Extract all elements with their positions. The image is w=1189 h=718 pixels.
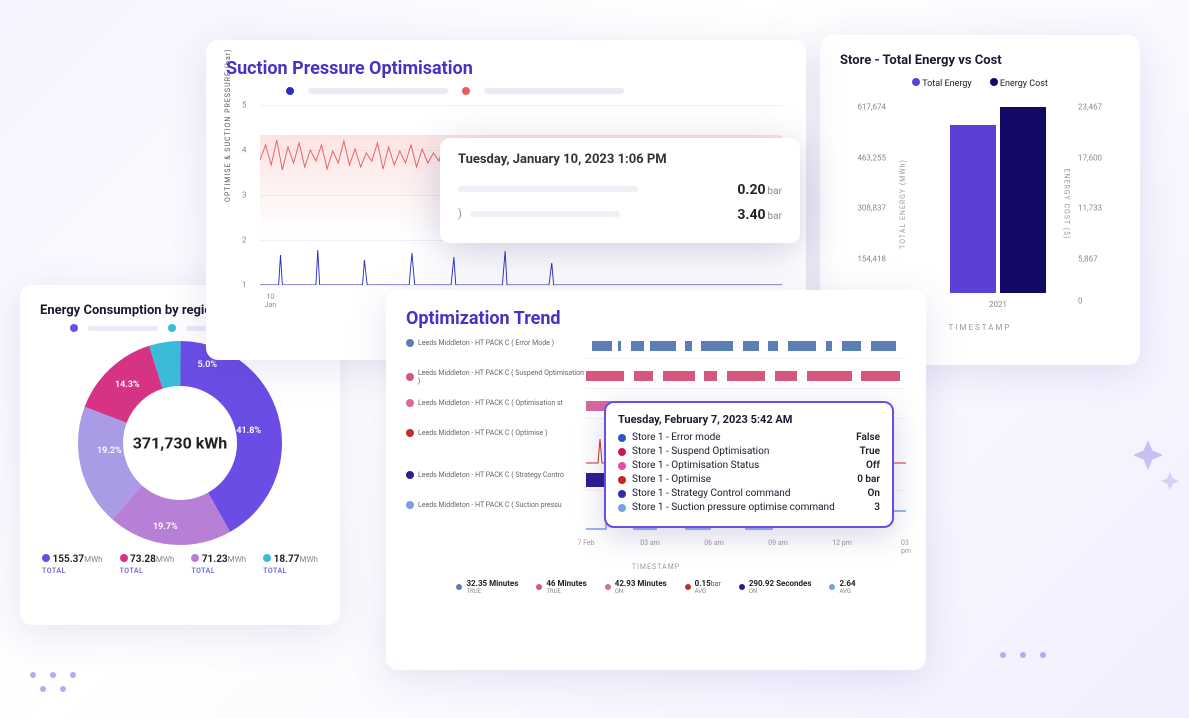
sparkle-icon bbox=[1161, 472, 1179, 490]
store-left-axis-label: TOTAL ENERGY (MWh) bbox=[899, 159, 907, 249]
store-right-axis-label: ENERGY COST ($) bbox=[1062, 168, 1070, 239]
store-legend: Total Energy Energy Cost bbox=[840, 78, 1120, 89]
trend-xlabel: TIMESTAMP bbox=[406, 563, 906, 571]
suction-title: Suction Pressure Optimisation bbox=[226, 58, 786, 79]
bar-total-energy bbox=[950, 125, 996, 293]
store-title: Store - Total Energy vs Cost bbox=[840, 53, 1120, 68]
track-suspend[interactable]: Leeds Middleton - HT PACK C ( Suspend Op… bbox=[406, 369, 906, 395]
trend-tooltip: Tuesday, February 7, 2023 5:42 AM Store … bbox=[604, 401, 894, 528]
trend-xaxis: 7 Feb 03 am 06 am 09 am 12 pm 03 pm bbox=[586, 539, 906, 559]
track-error-mode[interactable]: Leeds Middleton - HT PACK C ( Error Mode… bbox=[406, 339, 906, 365]
energy-legend: 155.37MWhTOTAL 73.28MWhTOTAL 71.23MWhTOT… bbox=[40, 548, 320, 576]
suction-tooltip: Tuesday, January 10, 2023 1:06 PM 0.20ba… bbox=[440, 138, 800, 243]
energy-donut[interactable]: 371,730 kWh 41.8% 5.0% 14.3% 19.2% 19.7% bbox=[75, 338, 285, 548]
trend-tooltip-title: Tuesday, February 7, 2023 5:42 AM bbox=[618, 413, 880, 426]
donut-center-value: 371,730 kWh bbox=[133, 434, 228, 453]
store-chart[interactable]: TOTAL ENERGY (MWh) ENERGY COST ($) 617,6… bbox=[854, 99, 1106, 309]
suction-legend bbox=[286, 87, 786, 95]
bar-energy-cost bbox=[1000, 107, 1046, 293]
suction-tooltip-title: Tuesday, January 10, 2023 1:06 PM bbox=[458, 152, 782, 167]
sparkle-icon bbox=[1133, 440, 1163, 470]
trend-footer: 32.35 MinutesTRUE 46 MinutesTRUE 42.93 M… bbox=[406, 579, 906, 595]
suction-ylabel: OPTIMISE & SUCTION PRESSURE (bar) bbox=[224, 48, 232, 202]
trend-title: Optimization Trend bbox=[406, 308, 906, 329]
